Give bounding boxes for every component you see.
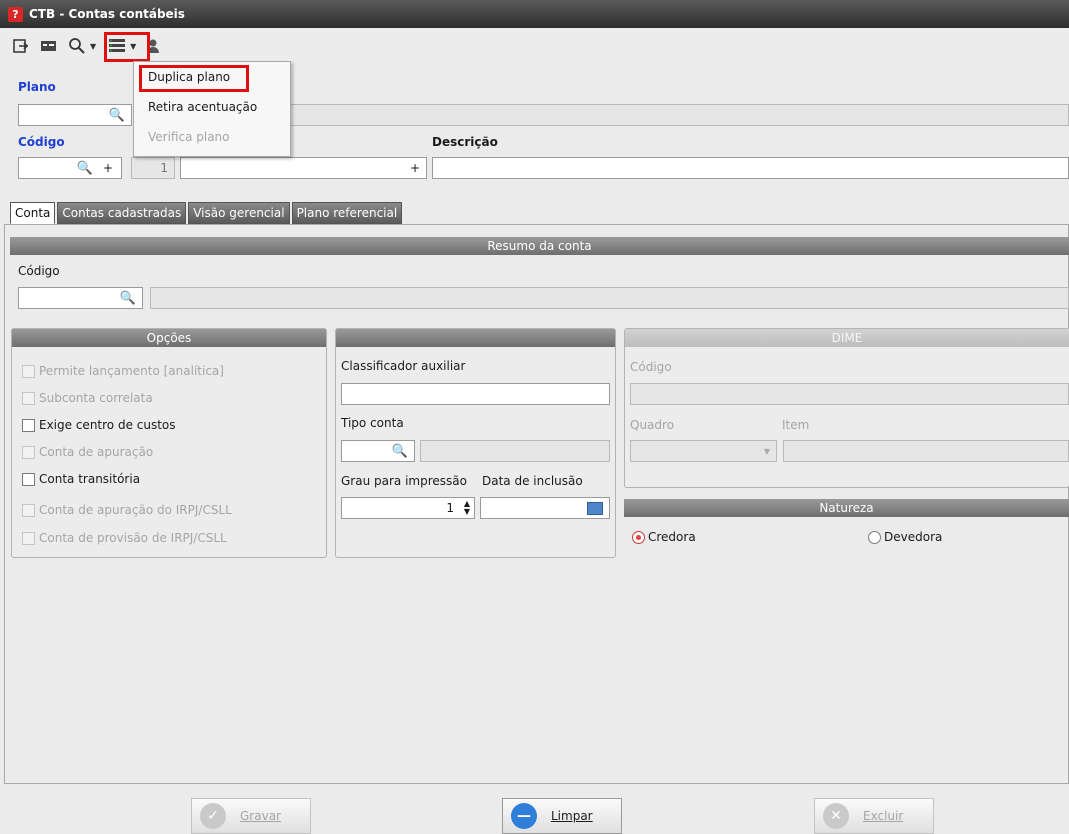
codigo-label: Código xyxy=(18,135,65,149)
opcoes-header: Opções xyxy=(12,329,326,347)
radio-button[interactable] xyxy=(632,530,645,544)
middle-header xyxy=(336,329,615,347)
codigo-sequence-field: 1 xyxy=(131,157,175,179)
checkbox-label: Exige centro de custos xyxy=(39,418,176,432)
gravar-label: Gravar xyxy=(240,809,281,823)
toolbar-highlight-box xyxy=(104,32,150,62)
checkbox-conta-transitoria[interactable]: Conta transitória xyxy=(22,472,140,486)
grau-impressao-value: 1 xyxy=(446,501,454,515)
descricao-label: Descrição xyxy=(432,135,498,149)
codigo-reduzido-input[interactable]: + xyxy=(180,157,427,179)
plus-icon[interactable]: + xyxy=(410,161,420,175)
tipo-conta-description-field xyxy=(420,440,610,462)
tipo-conta-input[interactable]: 🔍 xyxy=(341,440,415,462)
plano-description-field xyxy=(290,104,1069,126)
plano-label: Plano xyxy=(18,80,56,94)
gravar-button: ✓ Gravar xyxy=(191,798,311,834)
chevron-down-icon[interactable]: ▼ xyxy=(90,42,96,51)
check-icon: ✓ xyxy=(200,803,226,829)
search-icon[interactable] xyxy=(66,35,88,57)
natureza-header: Natureza xyxy=(624,499,1069,517)
search-icon[interactable]: 🔍 xyxy=(77,161,93,176)
calendar-icon[interactable] xyxy=(587,501,603,515)
close-icon: ✕ xyxy=(823,803,849,829)
codigo-input[interactable]: 🔍 + xyxy=(18,157,122,179)
resumo-codigo-label: Código xyxy=(18,264,60,278)
limpar-button[interactable]: — Limpar xyxy=(502,798,622,834)
tipo-conta-label: Tipo conta xyxy=(341,416,404,430)
menu-highlight-box xyxy=(139,65,249,92)
excluir-button: ✕ Excluir xyxy=(814,798,934,834)
radio-label: Devedora xyxy=(884,530,943,544)
checkbox-subconta-correlata: Subconta correlata xyxy=(22,391,153,405)
dime-codigo-field xyxy=(630,383,1069,405)
checkbox-box xyxy=(22,503,35,517)
checkbox-box xyxy=(22,531,35,545)
checkbox-label: Conta de apuração do IRPJ/CSLL xyxy=(39,503,232,517)
plus-icon[interactable]: + xyxy=(103,161,113,175)
dime-group xyxy=(624,328,1069,488)
checkbox-box xyxy=(22,364,35,378)
checkbox-box xyxy=(22,445,35,459)
exit-icon[interactable] xyxy=(10,35,32,57)
checkbox-apuracao-irpj: Conta de apuração do IRPJ/CSLL xyxy=(22,503,232,517)
tab-contas-cadastradas[interactable]: Contas cadastradas xyxy=(57,202,187,224)
checkbox-box[interactable] xyxy=(22,472,35,486)
checkbox-exige-centro-custos[interactable]: Exige centro de custos xyxy=(22,418,176,432)
window-title: CTB - Contas contábeis xyxy=(29,7,185,21)
excluir-label: Excluir xyxy=(863,809,904,823)
radio-button[interactable] xyxy=(868,530,881,544)
radio-credora[interactable]: Credora xyxy=(632,530,696,544)
checkbox-label: Conta transitória xyxy=(39,472,141,486)
resumo-header: Resumo da conta xyxy=(10,237,1069,255)
dime-quadro-label: Quadro xyxy=(630,418,675,432)
action-bar: ✓ Gravar — Limpar ✕ Excluir xyxy=(0,784,1069,834)
limpar-label: Limpar xyxy=(551,809,593,823)
minus-icon: — xyxy=(511,803,537,829)
dime-quadro-select: ▼ xyxy=(630,440,777,462)
tab-visao-gerencial[interactable]: Visão gerencial xyxy=(188,202,290,224)
checkbox-provisao-irpj: Conta de provisão de IRPJ/CSLL xyxy=(22,531,227,545)
resumo-descricao-field xyxy=(150,287,1069,309)
app-icon: ? xyxy=(8,6,23,22)
plano-input[interactable]: 🔍 xyxy=(18,104,132,126)
card-icon[interactable] xyxy=(38,35,60,57)
tab-conta[interactable]: Conta xyxy=(10,202,56,224)
opcoes-group xyxy=(11,328,327,558)
chevron-down-icon: ▼ xyxy=(763,446,770,456)
dime-header: DIME xyxy=(625,329,1069,347)
menu-item-verifica-plano: Verifica plano xyxy=(148,130,230,144)
checkbox-label: Conta de provisão de IRPJ/CSLL xyxy=(39,531,227,545)
search-icon[interactable]: 🔍 xyxy=(392,444,408,459)
checkbox-box xyxy=(22,391,35,405)
data-inclusao-input[interactable] xyxy=(480,497,610,519)
radio-label: Credora xyxy=(648,530,696,544)
codigo-sequence-value: 1 xyxy=(160,161,168,175)
checkbox-conta-apuracao: Conta de apuração xyxy=(22,445,153,459)
dime-item-field xyxy=(783,440,1069,462)
toolbar: ▼ ▼ xyxy=(0,28,1069,64)
checkbox-label: Conta de apuração xyxy=(39,445,154,459)
grau-impressao-label: Grau para impressão xyxy=(341,474,467,488)
checkbox-label: Permite lançamento [analítica] xyxy=(39,364,224,378)
classificador-input[interactable] xyxy=(341,383,610,405)
data-inclusao-label: Data de inclusão xyxy=(482,474,583,488)
tab-plano-referencial[interactable]: Plano referencial xyxy=(291,202,403,224)
checkbox-label: Subconta correlata xyxy=(39,391,153,405)
title-bar: ? CTB - Contas contábeis xyxy=(0,0,1069,28)
search-icon[interactable]: 🔍 xyxy=(120,291,136,306)
menu-item-retira-acentuacao[interactable]: Retira acentuação xyxy=(134,92,290,122)
tab-bar: Conta Contas cadastradas Visão gerencial… xyxy=(10,202,403,224)
checkbox-box[interactable] xyxy=(22,418,35,432)
spinner-arrows-icon[interactable]: ▲ ▼ xyxy=(464,500,470,516)
checkbox-permite-lancamento: Permite lançamento [analítica] xyxy=(22,364,224,378)
grau-impressao-stepper[interactable]: 1 ▲ ▼ xyxy=(341,497,475,519)
descricao-input[interactable] xyxy=(432,157,1069,179)
search-icon[interactable]: 🔍 xyxy=(109,108,125,123)
dime-item-label: Item xyxy=(782,418,810,432)
radio-devedora[interactable]: Devedora xyxy=(868,530,942,544)
dime-codigo-label: Código xyxy=(630,360,672,374)
classificador-label: Classificador auxiliar xyxy=(341,359,466,373)
resumo-codigo-input[interactable]: 🔍 xyxy=(18,287,143,309)
